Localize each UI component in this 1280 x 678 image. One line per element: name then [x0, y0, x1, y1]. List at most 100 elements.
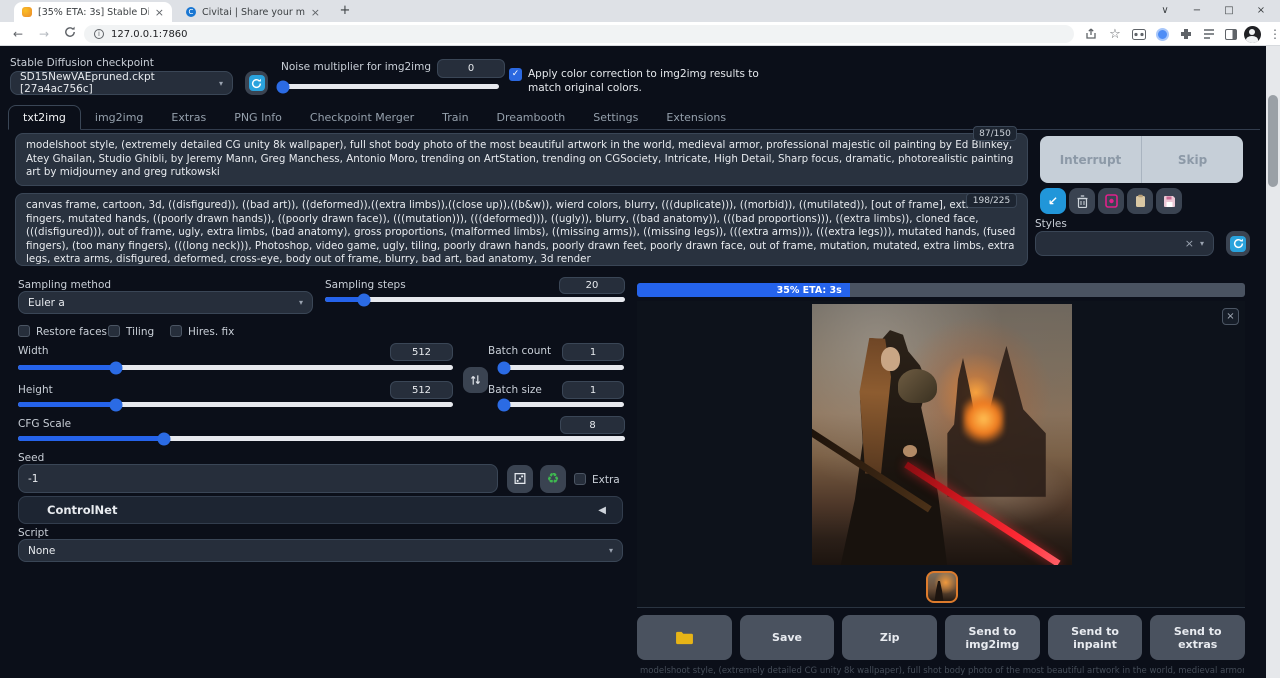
save-style-button[interactable]	[1156, 188, 1182, 214]
tab-settings[interactable]: Settings	[579, 106, 652, 129]
back-icon[interactable]: ←	[8, 24, 28, 44]
sampling-method-dropdown[interactable]: Euler a ▾	[18, 291, 313, 314]
window-minimize-button[interactable]: −	[1182, 0, 1212, 22]
restore-faces-label: Restore faces	[36, 326, 107, 338]
tab-train[interactable]: Train	[428, 106, 482, 129]
forward-icon[interactable]: →	[34, 24, 54, 44]
bookmark-star-icon[interactable]: ☆	[1106, 25, 1124, 43]
paste-generation-params-button[interactable]: ↙	[1040, 188, 1066, 214]
clear-styles-icon[interactable]: ×	[1185, 237, 1194, 250]
tiling-label: Tiling	[126, 326, 154, 338]
seed-input[interactable]: -1	[18, 464, 498, 493]
generate-button-group: Interrupt Skip	[1040, 136, 1243, 183]
noise-multiplier-slider[interactable]	[281, 84, 499, 89]
width-slider[interactable]	[18, 365, 453, 370]
scrollbar-thumb[interactable]	[1268, 95, 1278, 187]
window-chevron-icon[interactable]: ∨	[1150, 0, 1180, 22]
tab-png-info[interactable]: PNG Info	[220, 106, 296, 129]
address-bar[interactable]: i 127.0.0.1:7860	[84, 25, 1074, 43]
controlnet-accordion[interactable]: ControlNet ◀	[18, 496, 623, 524]
reload-icon[interactable]	[60, 24, 80, 44]
zip-button[interactable]: Zip	[842, 615, 937, 660]
noise-multiplier-value[interactable]: 0	[437, 59, 505, 78]
save-button[interactable]: Save	[740, 615, 835, 660]
clear-prompt-button[interactable]	[1069, 188, 1095, 214]
browser-menu-dots-icon[interactable]: ⋮	[1266, 25, 1280, 43]
extensions-puzzle-icon[interactable]	[1177, 25, 1195, 43]
apply-styles-button[interactable]	[1127, 188, 1153, 214]
swap-width-height-button[interactable]	[463, 367, 488, 393]
dice-icon: ⚂	[513, 470, 526, 488]
profile-avatar[interactable]	[1243, 25, 1261, 43]
tab-extensions[interactable]: Extensions	[652, 106, 740, 129]
cfg-scale-slider[interactable]	[18, 436, 625, 441]
generated-image[interactable]	[812, 304, 1072, 565]
batch-count-slider[interactable]	[500, 365, 624, 370]
sampling-steps-slider[interactable]	[325, 297, 625, 302]
styles-dropdown[interactable]: × ▾	[1035, 231, 1214, 256]
tab-dreambooth[interactable]: Dreambooth	[483, 106, 580, 129]
checkpoint-dropdown[interactable]: SD15NewVAEpruned.ckpt [27a4ac756c] ▾	[10, 71, 233, 95]
batch-size-slider[interactable]	[500, 402, 624, 407]
tab-close-icon[interactable]: ×	[311, 6, 320, 19]
tab-extras[interactable]: Extras	[157, 106, 220, 129]
height-value[interactable]: 512	[390, 381, 453, 399]
close-preview-icon[interactable]: ×	[1222, 308, 1239, 325]
accordion-collapsed-icon: ◀	[598, 505, 606, 516]
extra-seed-checkbox[interactable]	[574, 473, 586, 485]
tab-close-icon[interactable]: ×	[155, 6, 164, 19]
height-slider[interactable]	[18, 402, 453, 407]
reuse-seed-button[interactable]: ♻	[540, 465, 566, 493]
site-info-icon[interactable]: i	[94, 29, 104, 39]
seed-value: -1	[28, 473, 38, 485]
browser-tab-active[interactable]: [35% ETA: 3s] Stable Diffusion ×	[14, 2, 172, 22]
browser-tab-civitai[interactable]: C Civitai | Share your models ×	[178, 2, 328, 22]
window-restore-button[interactable]: □	[1214, 0, 1244, 22]
color-correction-checkbox[interactable]: ✓	[509, 68, 522, 81]
page-scrollbar[interactable]	[1266, 46, 1280, 678]
hires-fix-checkbox[interactable]	[170, 325, 182, 337]
sampling-steps-label: Sampling steps	[325, 279, 406, 291]
cfg-scale-value[interactable]: 8	[560, 416, 625, 434]
interrupt-button[interactable]: Interrupt	[1040, 136, 1141, 183]
send-to-img2img-button[interactable]: Send to img2img	[945, 615, 1040, 660]
height-label: Height	[18, 384, 53, 396]
side-panel-icon[interactable]	[1222, 25, 1240, 43]
gradio-favicon	[22, 7, 32, 17]
send-to-extras-button[interactable]: Send to extras	[1150, 615, 1245, 660]
browser-tab-strip: [35% ETA: 3s] Stable Diffusion × C Civit…	[0, 0, 1280, 22]
random-seed-button[interactable]: ⚂	[507, 465, 533, 493]
tab-img2img[interactable]: img2img	[81, 106, 158, 129]
negative-prompt-textarea[interactable]: canvas frame, cartoon, 3d, ((disfigured)…	[15, 193, 1028, 266]
new-tab-button[interactable]: +	[336, 3, 354, 21]
tab-txt2img[interactable]: txt2img	[8, 105, 81, 130]
tiling-checkbox[interactable]	[108, 325, 120, 337]
share-icon[interactable]	[1082, 25, 1100, 43]
floppy-save-icon	[1163, 195, 1176, 208]
extension-cassette-icon[interactable]	[1130, 25, 1148, 43]
refresh-styles-button[interactable]	[1226, 231, 1250, 256]
sampling-method-label: Sampling method	[18, 279, 111, 291]
hires-fix-label: Hires. fix	[188, 326, 234, 338]
tab-checkpoint-merger[interactable]: Checkpoint Merger	[296, 106, 428, 129]
meet-blue-icon[interactable]	[1153, 25, 1171, 43]
chevron-down-icon: ▾	[609, 546, 613, 555]
send-to-inpaint-button[interactable]: Send to inpaint	[1048, 615, 1143, 660]
script-dropdown[interactable]: None ▾	[18, 539, 623, 562]
batch-count-value[interactable]: 1	[562, 343, 624, 361]
batch-size-value[interactable]: 1	[562, 381, 624, 399]
skip-button[interactable]: Skip	[1141, 136, 1243, 183]
extra-networks-button[interactable]	[1098, 188, 1124, 214]
reading-list-icon[interactable]	[1200, 25, 1218, 43]
card-icon	[1105, 194, 1118, 208]
refresh-checkpoints-button[interactable]	[245, 71, 268, 95]
prompt-textarea[interactable]: modelshoot style, (extremely detailed CG…	[15, 133, 1028, 186]
sampling-steps-value[interactable]: 20	[559, 277, 625, 294]
open-folder-button[interactable]	[637, 615, 732, 660]
gallery-thumbnail-selected[interactable]	[926, 571, 958, 603]
restore-faces-checkbox[interactable]	[18, 325, 30, 337]
cfg-scale-label: CFG Scale	[18, 418, 71, 430]
window-close-button[interactable]: ×	[1246, 0, 1276, 22]
width-value[interactable]: 512	[390, 343, 453, 361]
civitai-favicon: C	[186, 7, 196, 17]
